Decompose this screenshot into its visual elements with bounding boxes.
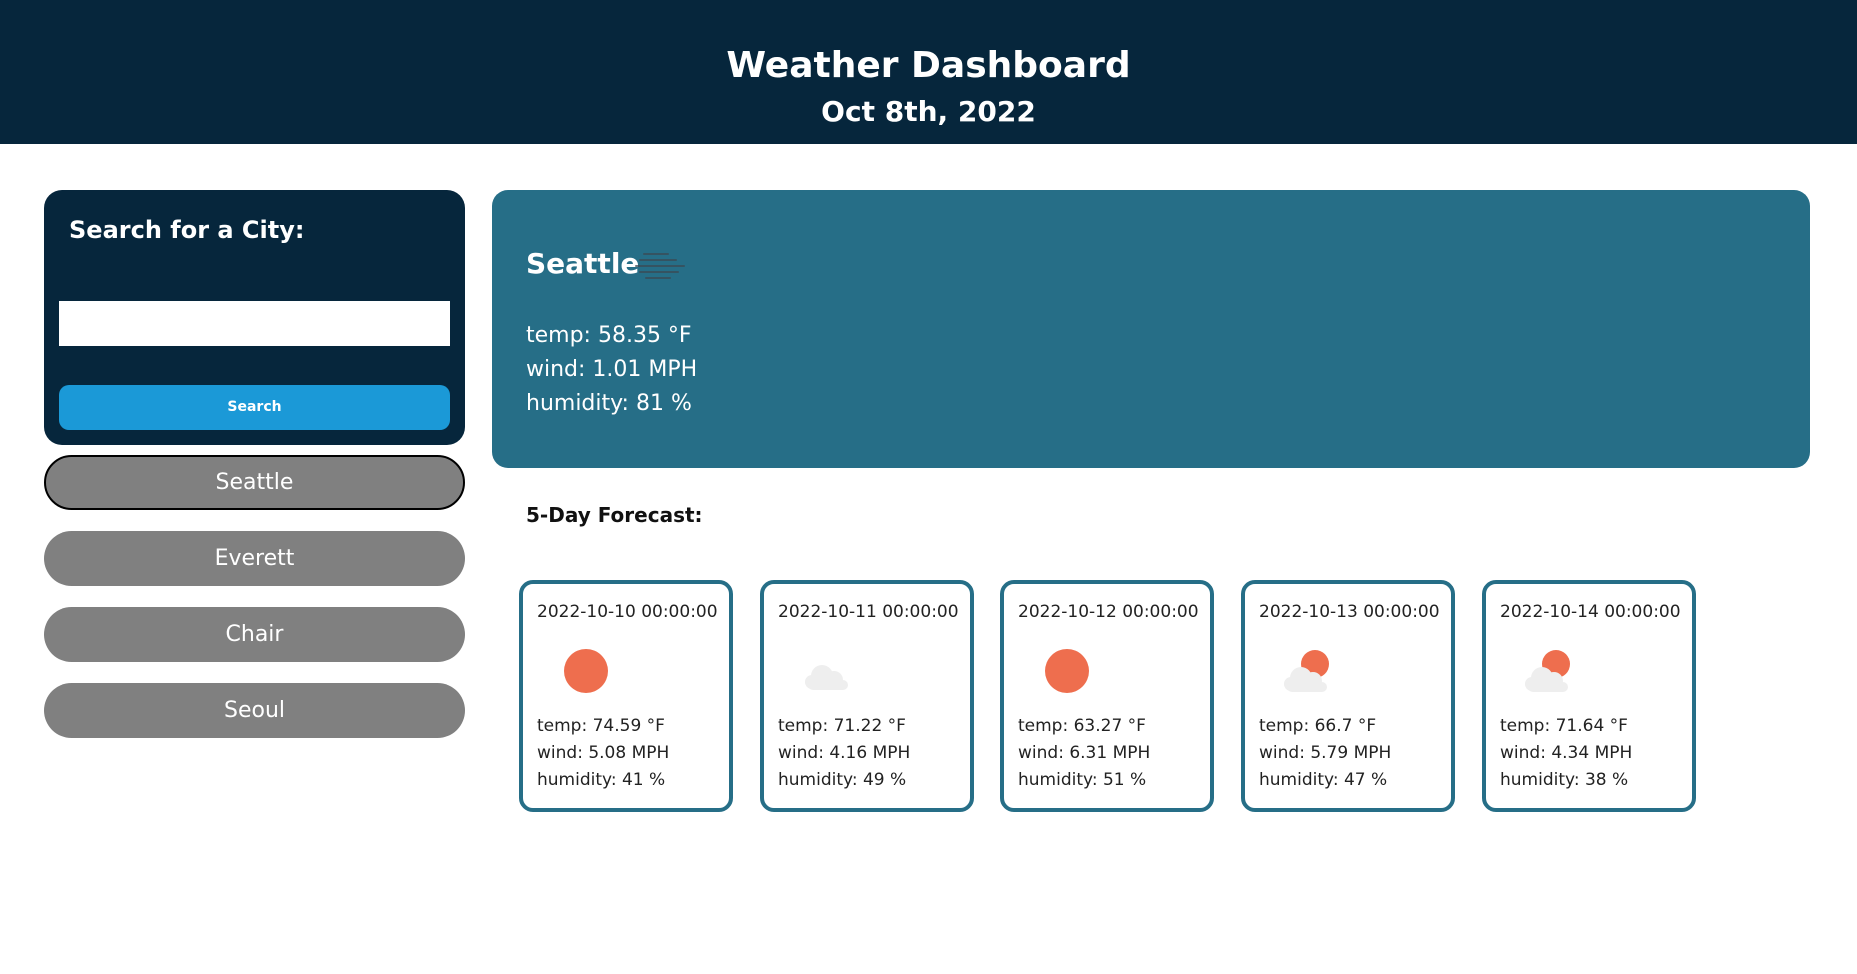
forecast-wind: wind: 6.31 MPH	[1018, 743, 1151, 763]
forecast-card: 2022-10-11 00:00:00 temp: 71.22 °F wind:…	[760, 580, 974, 812]
forecast-temp: temp: 71.64 °F	[1500, 716, 1628, 736]
forecast-humidity: humidity: 47 %	[1259, 770, 1388, 790]
partly-cloudy-icon	[1525, 650, 1570, 692]
current-temp: temp: 58.35 °F	[526, 323, 692, 348]
history-city-seoul[interactable]: Seoul	[44, 683, 465, 738]
forecast-date: 2022-10-10 00:00:00	[537, 602, 718, 622]
forecast-humidity: humidity: 49 %	[778, 770, 907, 790]
forecast-humidity: humidity: 38 %	[1500, 770, 1629, 790]
page-title: Weather Dashboard	[726, 45, 1131, 86]
current-city-name: Seattle	[526, 247, 640, 280]
forecast-humidity: humidity: 41 %	[537, 770, 666, 790]
partly-cloudy-icon	[1284, 650, 1329, 692]
forecast-wind: wind: 4.34 MPH	[1500, 743, 1633, 763]
history-city-everett[interactable]: Everett	[44, 531, 465, 586]
search-heading: Search for a City:	[69, 216, 305, 244]
forecast-date: 2022-10-12 00:00:00	[1018, 602, 1199, 622]
forecast-card: 2022-10-13 00:00:00 temp: 66.7 °F wind: …	[1241, 580, 1455, 812]
forecast-temp: temp: 71.22 °F	[778, 716, 906, 736]
forecast-humidity: humidity: 51 %	[1018, 770, 1147, 790]
current-humidity: humidity: 81 %	[526, 391, 692, 416]
forecast-date: 2022-10-14 00:00:00	[1500, 602, 1681, 622]
sun-icon	[564, 649, 608, 693]
forecast-title: 5-Day Forecast:	[526, 503, 703, 527]
forecast-card: 2022-10-12 00:00:00 temp: 63.27 °F wind:…	[1000, 580, 1214, 812]
forecast-date: 2022-10-11 00:00:00	[778, 602, 959, 622]
forecast-wind: wind: 5.08 MPH	[537, 743, 670, 763]
forecast-card: 2022-10-14 00:00:00 temp: 71.64 °F wind:…	[1482, 580, 1696, 812]
app-header: Weather Dashboard Oct 8th, 2022	[0, 0, 1857, 144]
forecast-date: 2022-10-13 00:00:00	[1259, 602, 1440, 622]
history-city-seattle[interactable]: Seattle	[44, 455, 465, 510]
cloud-icon	[805, 665, 848, 690]
forecast-temp: temp: 66.7 °F	[1259, 716, 1377, 736]
current-date: Oct 8th, 2022	[821, 95, 1036, 128]
search-button[interactable]: Search	[59, 385, 450, 430]
current-wind: wind: 1.01 MPH	[526, 357, 698, 382]
city-search-input[interactable]	[59, 301, 450, 346]
forecast-temp: temp: 74.59 °F	[537, 716, 665, 736]
current-weather-panel: Seattle temp: 58.35 °F wind: 1.01 MPH hu…	[492, 190, 1810, 468]
sun-icon	[1045, 649, 1089, 693]
forecast-wind: wind: 4.16 MPH	[778, 743, 911, 763]
forecast-wind: wind: 5.79 MPH	[1259, 743, 1392, 763]
forecast-temp: temp: 63.27 °F	[1018, 716, 1146, 736]
mist-icon	[635, 253, 685, 279]
forecast-card: 2022-10-10 00:00:00 temp: 74.59 °F wind:…	[519, 580, 733, 812]
history-city-chair[interactable]: Chair	[44, 607, 465, 662]
